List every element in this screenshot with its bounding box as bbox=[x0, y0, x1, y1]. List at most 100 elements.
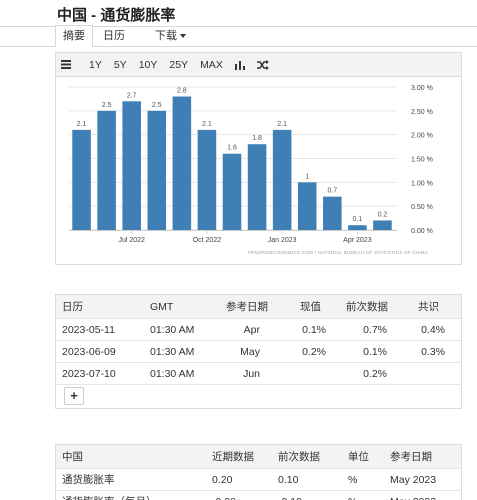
bar-value-label: 2.1 bbox=[77, 121, 87, 128]
indicators-header-row: 中国 近期数据 前次数据 单位 参考日期 bbox=[56, 445, 461, 469]
bar-value-label: 1.8 bbox=[252, 135, 262, 142]
table-icon bbox=[61, 60, 71, 70]
bar-value-label: 2.5 bbox=[152, 102, 162, 109]
bar-value-label: 2.1 bbox=[277, 121, 287, 128]
inflation-bar-chart: 0.00 % 0.50 % 1.00 % 1.50 % 2.00 % 2.50 % 3.00… bbox=[69, 85, 433, 255]
indicator-last: -0.20 bbox=[212, 491, 236, 500]
indicator-previous: 0.10 bbox=[278, 474, 299, 486]
calendar-actual: 0.2% bbox=[302, 346, 326, 358]
calendar-header-row: 日历 GMT 参考日期 现值 前次数据 共识 bbox=[56, 295, 461, 319]
bar-value-label: 1.6 bbox=[227, 145, 237, 152]
calendar-table: 日历 GMT 参考日期 现值 前次数据 共识 2023-05-11 01:30 … bbox=[55, 294, 462, 409]
bar-value-label: 2.8 bbox=[177, 88, 187, 95]
indicators-header-last: 近期数据 bbox=[212, 451, 254, 463]
calendar-actual: 0.1% bbox=[302, 324, 326, 336]
y-tick-label: 2.00 % bbox=[411, 133, 433, 140]
calendar-date: 2023-07-10 bbox=[62, 368, 116, 380]
bar-value-label: 1 bbox=[305, 173, 309, 180]
add-event-button[interactable]: + bbox=[64, 387, 84, 405]
bar-value-label: 2.1 bbox=[202, 121, 212, 128]
bar bbox=[97, 110, 116, 230]
tab-calendar-label: 日历 bbox=[103, 30, 125, 42]
y-tick-label: 1.50 % bbox=[411, 157, 433, 164]
calendar-header-consensus: 共识 bbox=[418, 301, 439, 313]
chart-toolbar: 1Y 5Y 10Y 25Y MAX bbox=[56, 53, 461, 77]
calendar-reference: Apr bbox=[243, 324, 260, 336]
chart-panel: 1Y 5Y 10Y 25Y MAX 0.00 % 0.50 % 1.00 % 1.50… bbox=[55, 52, 462, 265]
bar bbox=[348, 225, 367, 230]
bar bbox=[272, 129, 292, 230]
indicators-header-reference: 参考日期 bbox=[390, 451, 432, 463]
y-tick-label: 2.50 % bbox=[411, 109, 433, 116]
calendar-previous: 0.1% bbox=[363, 346, 387, 358]
bar bbox=[72, 129, 91, 230]
x-tick-label: Jan 2023 bbox=[268, 237, 297, 244]
calendar-date: 2023-06-09 bbox=[62, 346, 116, 358]
indicators-header-previous: 前次数据 bbox=[278, 451, 320, 463]
table-view-button[interactable] bbox=[56, 53, 77, 77]
y-tick-label: 0.50 % bbox=[411, 204, 433, 211]
indicator-reference: May 2023 bbox=[390, 474, 437, 486]
tab-download-dropdown[interactable]: 下载 bbox=[147, 25, 194, 47]
x-tick-label: Jul 2022 bbox=[118, 237, 145, 244]
bar-chart-icon bbox=[234, 60, 245, 70]
table-row: 通货膨胀率 0.20 0.10 % May 2023 bbox=[56, 469, 461, 491]
indicators-header-name: 中国 bbox=[62, 451, 83, 463]
calendar-header-reference: 参考日期 bbox=[226, 301, 268, 313]
indicators-header-unit: 单位 bbox=[348, 451, 369, 463]
page-title: 中国 - 通货膨胀率 bbox=[57, 7, 176, 24]
table-row: 2023-07-10 01:30 AM Jun 0.2% bbox=[56, 363, 461, 385]
indicator-unit: % bbox=[348, 491, 357, 500]
calendar-time: 01:30 AM bbox=[150, 324, 195, 336]
calendar-consensus: 0.4% bbox=[421, 324, 445, 336]
shuffle-icon bbox=[256, 59, 269, 70]
tab-summary[interactable]: 摘要 bbox=[55, 25, 93, 47]
indicator-last: 0.20 bbox=[212, 474, 233, 486]
table-row: 2023-05-11 01:30 AM Apr 0.1% 0.7% 0.4% bbox=[56, 319, 461, 341]
tab-download-label: 下载 bbox=[155, 30, 177, 42]
bar bbox=[222, 153, 242, 230]
bar bbox=[197, 129, 217, 230]
y-tick-label: 1.00 % bbox=[411, 180, 433, 187]
calendar-time: 01:30 AM bbox=[150, 346, 195, 358]
calendar-header-previous: 前次数据 bbox=[346, 301, 388, 313]
chart-source-label: TRADINGECONOMICS.COM | NATIONAL BUREAU O… bbox=[247, 250, 428, 255]
calendar-date: 2023-05-11 bbox=[62, 324, 115, 336]
calendar-consensus: 0.3% bbox=[421, 346, 445, 358]
bar bbox=[247, 144, 267, 230]
y-tick-label: 3.00 % bbox=[411, 85, 433, 92]
x-tick-label: Oct 2022 bbox=[193, 237, 222, 244]
range-1y-button[interactable]: 1Y bbox=[83, 53, 108, 77]
table-row: 通货膨胀率（每月） -0.20 -0.10 % May 2023 bbox=[56, 491, 461, 500]
indicator-unit: % bbox=[348, 474, 358, 486]
y-tick-label: 0.00 % bbox=[411, 228, 433, 235]
range-5y-button[interactable]: 5Y bbox=[108, 53, 133, 77]
bar bbox=[323, 196, 342, 230]
x-tick-label: Apr 2023 bbox=[343, 237, 372, 244]
bar-value-label: 2.5 bbox=[102, 102, 112, 109]
bar bbox=[122, 101, 141, 230]
range-10y-button[interactable]: 10Y bbox=[133, 53, 164, 77]
range-25y-button[interactable]: 25Y bbox=[163, 53, 194, 77]
bar-value-label: 0.1 bbox=[353, 216, 363, 223]
calendar-previous: 0.2% bbox=[363, 368, 387, 380]
compare-button[interactable] bbox=[251, 53, 275, 77]
indicator-previous: -0.10 bbox=[278, 491, 302, 500]
table-row: 2023-06-09 01:30 AM May 0.2% 0.1% 0.3% bbox=[56, 341, 461, 363]
bar-chart-button[interactable] bbox=[229, 53, 251, 77]
indicator-name-link[interactable]: 通货膨胀率（每月） bbox=[62, 491, 157, 500]
calendar-header-date: 日历 bbox=[62, 301, 83, 313]
bar bbox=[373, 220, 392, 230]
caret-down-icon bbox=[180, 34, 186, 39]
bar-value-label: 2.7 bbox=[127, 92, 137, 99]
indicators-table: 中国 近期数据 前次数据 单位 参考日期 通货膨胀率 0.20 0.10 % M… bbox=[55, 444, 462, 500]
calendar-reference: Jun bbox=[243, 368, 260, 380]
bar bbox=[297, 182, 317, 230]
bar bbox=[147, 110, 167, 230]
indicator-name-link[interactable]: 通货膨胀率 bbox=[62, 469, 115, 491]
calendar-header-actual: 现值 bbox=[300, 301, 321, 313]
range-max-button[interactable]: MAX bbox=[194, 53, 229, 77]
calendar-header-gmt: GMT bbox=[150, 301, 174, 313]
calendar-previous: 0.7% bbox=[363, 324, 387, 336]
tab-calendar[interactable]: 日历 bbox=[95, 25, 133, 47]
